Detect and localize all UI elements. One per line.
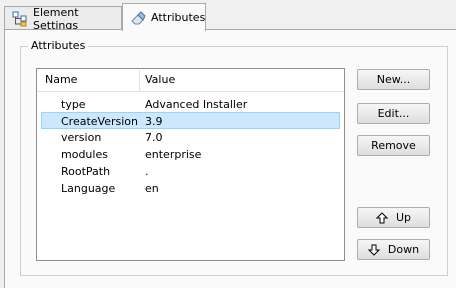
tab-label: Attributes [151, 11, 206, 24]
list-item[interactable]: Language en [37, 180, 344, 197]
tab-element-settings[interactable]: Element Settings [4, 5, 122, 32]
down-button[interactable]: Down [357, 239, 430, 260]
edit-button[interactable]: Edit... [357, 103, 430, 124]
column-header-name[interactable]: Name [45, 69, 77, 91]
attribute-name: CreateVersion [61, 115, 138, 128]
attribute-name: RootPath [61, 165, 111, 178]
attribute-name: type [61, 98, 86, 111]
arrow-down-icon [367, 244, 380, 256]
up-label: Up [395, 211, 412, 224]
attribute-name: modules [61, 148, 108, 161]
attribute-value: Advanced Installer [145, 98, 248, 111]
tab-bar: Element Settings Attributes [0, 0, 456, 32]
tab-label: Element Settings [33, 5, 79, 32]
attribute-value: 7.0 [145, 131, 163, 144]
attribute-value: en [145, 182, 159, 195]
column-divider[interactable] [139, 70, 140, 91]
list-item[interactable]: version 7.0 [37, 129, 344, 146]
down-label: Down [387, 243, 420, 256]
list-item[interactable]: modules enterprise [37, 146, 344, 163]
attribute-value: . [145, 165, 149, 178]
attributes-list[interactable]: Name Value type Advanced Installer Creat… [36, 68, 345, 261]
list-item[interactable]: type Advanced Installer [37, 96, 344, 113]
remove-button[interactable]: Remove [357, 135, 430, 156]
list-item-selected[interactable]: CreateVersion 3.9 [41, 112, 340, 129]
column-header-value[interactable]: Value [145, 69, 175, 91]
up-button[interactable]: Up [357, 207, 430, 228]
arrow-up-icon [375, 211, 388, 223]
tab-attributes[interactable]: Attributes [122, 3, 206, 31]
group-title: Attributes [28, 39, 89, 52]
attribute-name: Language [61, 182, 116, 195]
list-header: Name Value [37, 69, 344, 92]
element-settings-icon [12, 11, 27, 26]
list-item[interactable]: RootPath . [37, 163, 344, 180]
new-button[interactable]: New... [357, 69, 430, 90]
eraser-icon [131, 10, 146, 24]
attribute-name: version [61, 131, 102, 144]
attribute-value: enterprise [145, 148, 202, 161]
attribute-value: 3.9 [145, 115, 163, 128]
